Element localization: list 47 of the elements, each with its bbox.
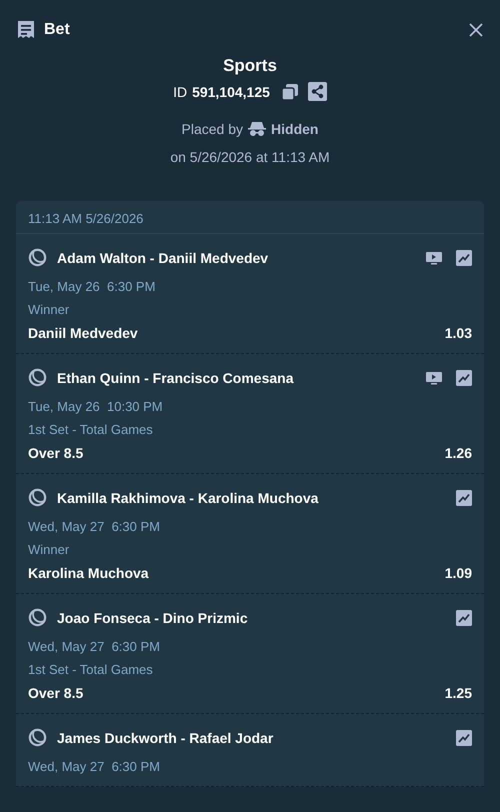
placed-by-user: Hidden [271, 121, 318, 137]
tennis-ball-icon [28, 368, 47, 387]
tennis-ball-icon [28, 608, 47, 627]
market-name: 1st Set - Total Games [28, 662, 154, 677]
selection: Daniil Medvedev [28, 325, 138, 341]
tennis-ball-icon [28, 488, 47, 507]
dialog-title: Bet [44, 21, 71, 39]
share-icon[interactable] [308, 82, 327, 101]
match-title: James Duckworth - Rafael Jodar [57, 730, 274, 746]
market-name: Winner [28, 302, 70, 317]
odds: 1.26 [444, 445, 472, 461]
market-name: Winner [28, 542, 70, 557]
match-title: Kamilla Rakhimova - Karolina Muchova [57, 490, 320, 506]
match-title: Ethan Quinn - Francisco Comesana [57, 370, 295, 386]
market-name: 1st Set - Total Games [28, 422, 154, 437]
match-start-time: Wed, May 27 6:30 PM [28, 519, 161, 534]
category-title: Sports [223, 56, 277, 76]
bet-id: 591,104,125 [192, 84, 270, 100]
match-start-time: Wed, May 27 6:30 PM [28, 759, 161, 774]
selection: Over 8.5 [28, 445, 84, 461]
receipt-icon [16, 20, 36, 40]
tv-icon[interactable] [426, 250, 442, 264]
tennis-ball-icon [28, 728, 47, 747]
odds: 1.09 [444, 565, 472, 581]
match-title: Joao Fonseca - Dino Prizmic [57, 610, 249, 626]
incognito-icon [248, 121, 266, 137]
id-label: ID [173, 84, 188, 100]
selection: Karolina Muchova [28, 565, 149, 581]
stats-icon[interactable] [456, 610, 472, 626]
placed-date: on 5/26/2026 at 11:13 AM [170, 149, 330, 165]
stats-icon[interactable] [456, 250, 472, 266]
copy-icon[interactable] [280, 82, 299, 100]
odds: 1.25 [444, 685, 472, 701]
match-title: Adam Walton - Daniil Medvedev [57, 250, 270, 266]
match-start-time: Tue, May 26 10:30 PM [28, 399, 164, 414]
match-start-time: Tue, May 26 6:30 PM [28, 279, 156, 294]
stats-icon[interactable] [456, 490, 472, 506]
tv-icon[interactable] [426, 370, 442, 384]
selection: Over 8.5 [28, 685, 84, 701]
tennis-ball-icon [28, 248, 47, 267]
close-icon[interactable] [468, 22, 484, 38]
stats-icon[interactable] [456, 730, 472, 746]
match-start-time: Wed, May 27 6:30 PM [28, 639, 161, 654]
odds: 1.03 [444, 325, 472, 341]
placed-by-label: Placed by [182, 121, 244, 137]
stats-icon[interactable] [456, 370, 472, 386]
slip-timestamp: 11:13 AM 5/26/2026 [16, 201, 484, 234]
